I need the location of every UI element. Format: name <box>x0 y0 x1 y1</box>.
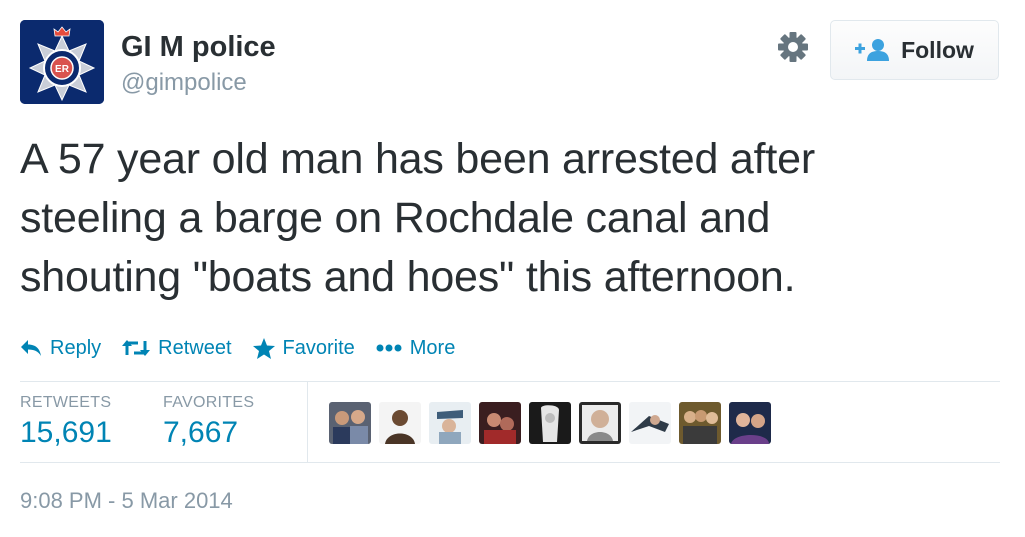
tweet-timestamp[interactable]: 9:08 PM - 5 Mar 2014 <box>20 488 233 514</box>
star-icon <box>252 337 275 359</box>
favoriter-avatars <box>329 402 771 444</box>
favoriter-avatar[interactable] <box>479 402 521 444</box>
favoriter-avatar[interactable] <box>629 402 671 444</box>
more-button[interactable]: More <box>376 336 456 360</box>
more-dots-icon <box>376 344 402 352</box>
tweet-line: steeling a barge on Rochdale canal and <box>20 194 771 242</box>
add-user-icon <box>855 39 890 61</box>
favorites-count: 7,667 <box>163 416 239 449</box>
police-badge-icon: ER <box>20 20 104 104</box>
favorites-label: FAVORITES <box>163 394 255 411</box>
tweet-text: A 57 year old man has been arrested afte… <box>20 130 1010 307</box>
user-handle[interactable]: @gimpolice <box>121 69 247 97</box>
retweet-label: Retweet <box>158 336 232 359</box>
favorites-stat[interactable]: FAVORITES 7,667 <box>163 394 254 450</box>
avatar[interactable]: ER <box>20 20 104 104</box>
divider <box>20 462 1000 463</box>
retweet-icon <box>122 340 151 356</box>
favorite-button[interactable]: Favorite <box>252 336 355 360</box>
favoriter-avatar[interactable] <box>529 402 571 444</box>
favoriter-avatar[interactable] <box>429 402 471 444</box>
favorite-label: Favorite <box>282 336 355 359</box>
retweet-button[interactable]: Retweet <box>122 336 232 360</box>
more-label: More <box>409 336 456 359</box>
reply-icon <box>21 340 41 356</box>
reply-label: Reply <box>50 336 102 359</box>
follow-button[interactable]: Follow <box>830 20 999 80</box>
tweet-line: shouting "boats and hoes" this afternoon… <box>20 253 796 301</box>
svg-text:ER: ER <box>55 64 70 75</box>
favoriter-avatar[interactable] <box>329 402 371 444</box>
tweet-stats: RETWEETS 15,691 FAVORITES 7,667 <box>20 382 1000 462</box>
reply-button[interactable]: Reply <box>20 337 101 360</box>
favoriter-avatar[interactable] <box>379 402 421 444</box>
favoriter-avatar[interactable] <box>729 402 771 444</box>
gear-icon[interactable] <box>776 30 810 64</box>
favoriter-avatar[interactable] <box>579 402 621 444</box>
favoriter-avatar[interactable] <box>679 402 721 444</box>
stats-separator <box>307 382 308 462</box>
retweets-count: 15,691 <box>20 416 112 449</box>
tweet-actions: Reply Retweet Favorite More <box>20 333 476 363</box>
tweet-line: A 57 year old man has been arrested afte… <box>20 135 815 183</box>
display-name[interactable]: GI M police <box>121 31 276 64</box>
follow-label: Follow <box>901 36 974 63</box>
retweets-label: RETWEETS <box>20 394 112 411</box>
retweets-stat[interactable]: RETWEETS 15,691 <box>20 394 112 450</box>
